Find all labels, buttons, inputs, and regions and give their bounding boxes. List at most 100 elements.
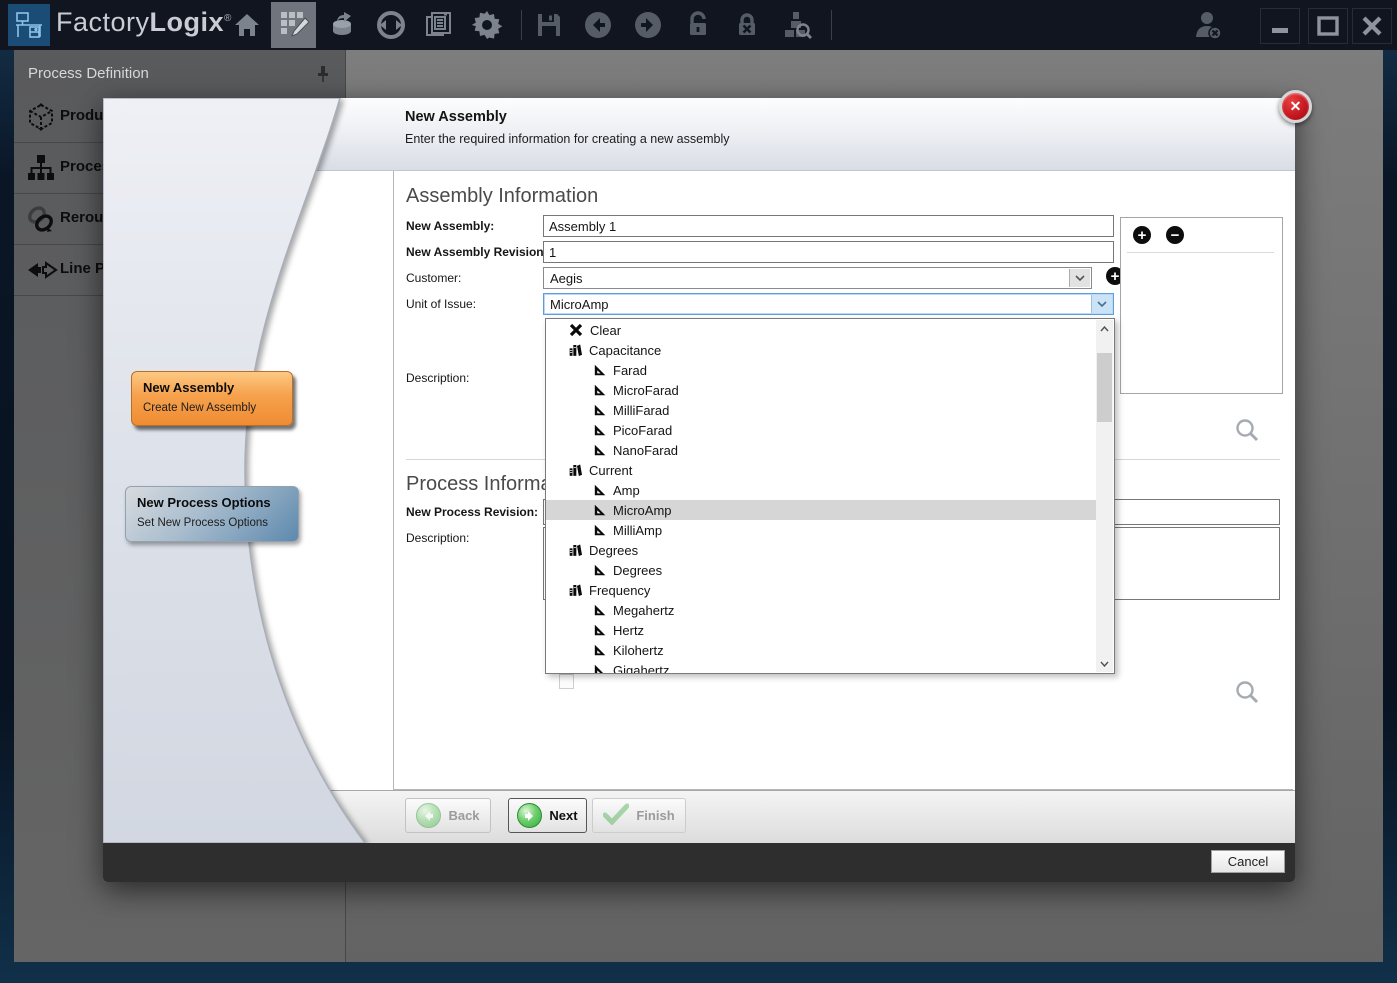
unit-icon bbox=[591, 562, 607, 578]
user-logout-icon[interactable] bbox=[1190, 8, 1226, 42]
dropdown-item[interactable]: Kilohertz bbox=[546, 640, 1097, 660]
unit-icon bbox=[591, 362, 607, 378]
scrollbar-thumb[interactable] bbox=[1097, 353, 1112, 422]
dropdown-item[interactable]: MilliFarad bbox=[546, 400, 1097, 420]
dropdown-item[interactable]: Degrees bbox=[546, 560, 1097, 580]
unit-icon bbox=[591, 622, 607, 638]
dropdown-item[interactable]: Current bbox=[546, 460, 1097, 480]
dropdown-item[interactable]: Megahertz bbox=[546, 600, 1097, 620]
cancel-button[interactable]: Cancel bbox=[1211, 850, 1285, 873]
process-description-label: Description: bbox=[406, 531, 469, 545]
unit-icon bbox=[591, 482, 607, 498]
remove-item-button[interactable]: − bbox=[1166, 226, 1184, 244]
minimize-icon[interactable] bbox=[1260, 8, 1300, 44]
dropdown-item-label: MicroFarad bbox=[613, 383, 679, 398]
next-button-label: Next bbox=[549, 808, 577, 823]
settings-gear-icon[interactable] bbox=[469, 8, 505, 42]
dropdown-item-label: Current bbox=[589, 463, 632, 478]
dropdown-item-label: Degrees bbox=[589, 543, 638, 558]
pin-icon[interactable] bbox=[313, 64, 333, 84]
chevron-down-icon[interactable] bbox=[1091, 295, 1112, 313]
assembly-information-title: Assembly Information bbox=[406, 185, 598, 208]
unit-dropdown-list: Clear Capacitance Farad bbox=[546, 320, 1097, 674]
dropdown-item-label: Farad bbox=[613, 363, 647, 378]
nav-back-icon[interactable] bbox=[580, 8, 616, 42]
close-icon[interactable] bbox=[1352, 8, 1392, 44]
customer-combobox[interactable]: Aegis bbox=[543, 267, 1092, 289]
documents-icon[interactable] bbox=[421, 8, 457, 42]
unit-icon bbox=[591, 602, 607, 618]
back-arrow-icon bbox=[416, 803, 441, 828]
dialog-close-icon[interactable]: ✕ bbox=[1279, 90, 1312, 123]
dropdown-item[interactable]: MilliAmp bbox=[546, 520, 1097, 540]
dropdown-item[interactable]: MicroAmp bbox=[546, 500, 1097, 520]
dropdown-item-label: Degrees bbox=[613, 563, 662, 578]
dropdown-scrollbar[interactable] bbox=[1096, 320, 1113, 672]
step-subtitle: Create New Assembly bbox=[143, 402, 256, 414]
unit-category-icon bbox=[567, 582, 583, 598]
unit-icon bbox=[591, 402, 607, 418]
scroll-down-icon[interactable] bbox=[1096, 655, 1113, 672]
step-title: New Process Options bbox=[137, 495, 271, 510]
materials-icon[interactable] bbox=[324, 8, 360, 42]
dropdown-item-label: MicroAmp bbox=[613, 503, 672, 518]
dropdown-item[interactable]: Frequency bbox=[546, 580, 1097, 600]
wizard-step-new-process-options[interactable]: New Process Options Set New Process Opti… bbox=[125, 486, 299, 542]
dropdown-item[interactable]: Hertz bbox=[546, 620, 1097, 640]
new-assembly-revision-label: New Assembly Revision: bbox=[406, 245, 548, 259]
back-button[interactable]: Back bbox=[405, 798, 491, 833]
sync-icon[interactable] bbox=[373, 8, 409, 42]
home-icon[interactable] bbox=[229, 8, 265, 42]
wizard-button-bar bbox=[103, 790, 1295, 844]
lock-remove-icon[interactable] bbox=[729, 8, 765, 42]
save-icon[interactable] bbox=[531, 8, 567, 42]
dropdown-item[interactable]: Degrees bbox=[546, 540, 1097, 560]
dropdown-item[interactable]: Clear bbox=[546, 320, 1097, 340]
maximize-icon[interactable] bbox=[1308, 8, 1348, 44]
finish-check-icon bbox=[603, 803, 629, 828]
chevron-down-icon[interactable] bbox=[1069, 269, 1090, 287]
wizard-footer-bar bbox=[103, 843, 1295, 882]
finish-button-label: Finish bbox=[636, 808, 674, 823]
unlock-icon[interactable] bbox=[680, 8, 716, 42]
nav-forward-icon[interactable] bbox=[630, 8, 666, 42]
dropdown-item[interactable]: MicroFarad bbox=[546, 380, 1097, 400]
search-icon[interactable] bbox=[1234, 417, 1260, 443]
clear-icon bbox=[568, 322, 584, 338]
finish-button[interactable]: Finish bbox=[592, 798, 686, 833]
dropdown-item[interactable]: Gigahertz bbox=[546, 660, 1097, 674]
search-icon[interactable] bbox=[1234, 679, 1260, 705]
next-button[interactable]: Next bbox=[508, 798, 587, 833]
dropdown-item[interactable]: Amp bbox=[546, 480, 1097, 500]
scroll-up-icon[interactable] bbox=[1096, 320, 1113, 337]
new-process-revision-label: New Process Revision: bbox=[406, 505, 538, 519]
unit-icon bbox=[591, 662, 607, 674]
add-item-button[interactable]: + bbox=[1133, 226, 1151, 244]
dropdown-item-label: Capacitance bbox=[589, 343, 661, 358]
sidebar-item-label: Rerout bbox=[60, 209, 108, 226]
dropdown-item[interactable]: Capacitance bbox=[546, 340, 1097, 360]
wizard-header: New Assembly Enter the required informat… bbox=[103, 98, 1295, 171]
new-assembly-input[interactable] bbox=[543, 215, 1114, 237]
unit-category-icon bbox=[567, 342, 583, 358]
process-tree-icon bbox=[26, 153, 56, 183]
dropdown-item[interactable]: PicoFarad bbox=[546, 420, 1097, 440]
dropdown-item-label: NanoFarad bbox=[613, 443, 678, 458]
wizard-step-new-assembly[interactable]: New Assembly Create New Assembly bbox=[131, 371, 293, 426]
customer-value: Aegis bbox=[550, 271, 583, 286]
process-search-icon[interactable] bbox=[779, 8, 815, 42]
dropdown-item-label: Frequency bbox=[589, 583, 650, 598]
process-design-icon[interactable] bbox=[276, 8, 312, 42]
new-assembly-revision-input[interactable] bbox=[543, 241, 1114, 263]
assembly-description-label: Description: bbox=[406, 371, 469, 385]
unit-of-issue-combobox[interactable]: MicroAmp bbox=[543, 293, 1114, 315]
unit-of-issue-dropdown: Clear Capacitance Farad bbox=[545, 318, 1115, 674]
dropdown-item[interactable]: NanoFarad bbox=[546, 440, 1097, 460]
dropdown-item[interactable]: Farad bbox=[546, 360, 1097, 380]
assembly-list-panel: + − bbox=[1120, 217, 1283, 394]
next-arrow-icon bbox=[517, 803, 542, 828]
checkbox[interactable] bbox=[559, 674, 574, 689]
back-button-label: Back bbox=[448, 808, 479, 823]
wizard-title: New Assembly bbox=[405, 109, 507, 125]
step-subtitle: Set New Process Options bbox=[137, 517, 268, 529]
